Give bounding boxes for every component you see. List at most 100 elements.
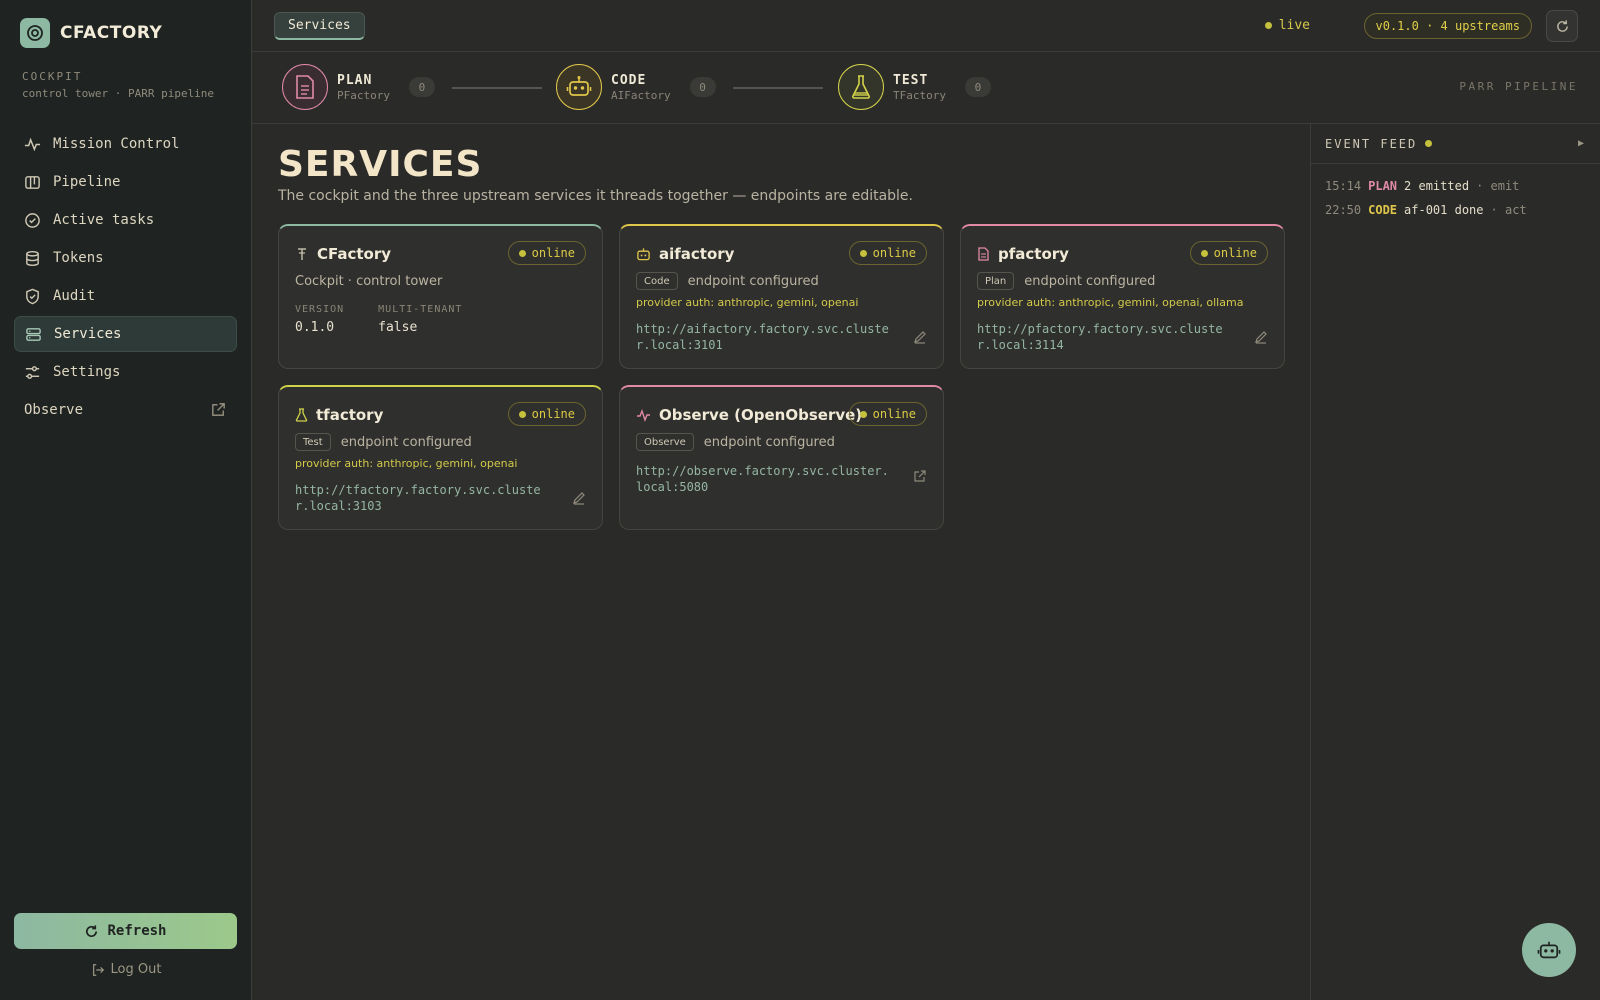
service-card-aifactory: aifactory online Code endpoint configure… — [619, 224, 944, 369]
service-tag: Plan — [977, 272, 1015, 290]
robot-icon — [556, 64, 602, 110]
check-circle-icon — [25, 212, 40, 228]
stage-connector — [452, 87, 542, 89]
sidebar: CFACTORY COCKPIT control tower · PARR pi… — [0, 0, 252, 1000]
database-icon — [26, 250, 39, 266]
sidebar-item-label: Services — [54, 326, 122, 342]
pipeline-stage-plan[interactable]: PLAN PFactory 0 — [282, 64, 435, 110]
robot-icon — [1537, 941, 1561, 959]
endpoint-url[interactable]: http://pfactory.factory.svc.cluster.loca… — [977, 321, 1237, 353]
assistant-button[interactable] — [1522, 923, 1576, 977]
card-title: pfactory — [998, 245, 1069, 263]
tab-services[interactable]: Services — [274, 12, 365, 40]
sidebar-nav: Mission Control Pipeline Active tasks To… — [14, 126, 237, 430]
refresh-icon — [1556, 19, 1568, 32]
provider-auth: provider auth: anthropic, gemini, openai — [295, 457, 518, 470]
stage-count: 0 — [689, 77, 716, 97]
live-dot-icon — [1264, 22, 1272, 29]
endpoint-url[interactable]: http://aifactory.factory.svc.cluster.loc… — [636, 321, 896, 353]
sidebar-item-label: Active tasks — [53, 212, 155, 228]
event-stage: CODE — [1368, 203, 1398, 217]
event-stage: PLAN — [1368, 179, 1398, 193]
event-time: 22:50 — [1325, 203, 1362, 217]
event-feed-title: EVENT FEED — [1325, 136, 1418, 151]
endpoint-url[interactable]: http://tfactory.factory.svc.cluster.loca… — [295, 482, 555, 514]
endpoint-state: endpoint configured — [703, 434, 835, 450]
status-badge: online — [507, 241, 586, 265]
multi-tenant-value: false — [378, 320, 418, 335]
tower-icon — [298, 248, 306, 260]
logout-label: Log Out — [110, 962, 162, 977]
service-tag: Test — [295, 433, 331, 451]
live-indicator: live — [1264, 18, 1310, 33]
provider-auth: provider auth: anthropic, gemini, openai… — [977, 296, 1244, 309]
version-value: 0.1.0 — [295, 320, 335, 335]
brand[interactable]: CFACTORY — [20, 18, 162, 48]
multi-tenant-label: MULTI-TENANT — [378, 304, 463, 315]
card-title: aifactory — [659, 245, 735, 263]
sidebar-item-label: Tokens — [53, 250, 104, 266]
edit-icon[interactable] — [572, 491, 586, 505]
endpoint-state: endpoint configured — [1024, 273, 1156, 289]
cockpit-label: COCKPIT — [22, 70, 83, 83]
card-title: CFactory — [317, 245, 392, 263]
page-subtitle: The cockpit and the three upstream servi… — [278, 188, 913, 204]
service-tag: Observe — [636, 433, 694, 451]
event-row[interactable]: 22:50 CODE af-001 done · act — [1325, 198, 1586, 222]
event-message: 2 emitted — [1404, 179, 1470, 193]
robot-icon — [637, 248, 650, 261]
pipeline-label: PARR PIPELINE — [1459, 80, 1578, 93]
event-kind: · emit — [1476, 179, 1520, 193]
collapse-arrow-icon[interactable]: ▶ — [1578, 138, 1586, 149]
refresh-button[interactable]: Refresh — [14, 913, 237, 949]
stage-name: CODE — [611, 72, 647, 88]
status-badge: online — [848, 241, 927, 265]
stage-service: PFactory — [337, 88, 390, 102]
pipeline-stage-test[interactable]: TEST TFactory 0 — [838, 64, 991, 110]
stage-name: PLAN — [337, 72, 373, 88]
version-badge: v0.1.0 · 4 upstreams — [1363, 13, 1532, 39]
service-card-cfactory: CFactory online Cockpit · control tower … — [278, 224, 603, 369]
page-title: SERVICES — [278, 144, 483, 185]
sidebar-item-services[interactable]: Services — [14, 316, 237, 352]
event-kind: · act — [1490, 203, 1527, 217]
endpoint-url[interactable]: http://observe.factory.svc.cluster.local… — [636, 463, 896, 495]
service-card-pfactory: pfactory online Plan endpoint configured… — [960, 224, 1285, 369]
feed-live-dot-icon — [1425, 140, 1433, 147]
sidebar-item-observe[interactable]: Observe — [14, 392, 237, 428]
sidebar-item-pipeline[interactable]: Pipeline — [14, 164, 237, 200]
flask-icon — [295, 408, 308, 422]
event-feed: EVENT FEED ▶ 15:14 PLAN 2 emitted · emit… — [1310, 124, 1600, 1000]
sidebar-item-audit[interactable]: Audit — [14, 278, 237, 314]
kanban-icon — [25, 175, 40, 189]
sidebar-item-settings[interactable]: Settings — [14, 354, 237, 390]
sidebar-item-active-tasks[interactable]: Active tasks — [14, 202, 237, 238]
edit-icon[interactable] — [1254, 330, 1268, 344]
sidebar-item-tokens[interactable]: Tokens — [14, 240, 237, 276]
event-row[interactable]: 15:14 PLAN 2 emitted · emit — [1325, 174, 1586, 198]
endpoint-state: endpoint configured — [687, 273, 819, 289]
stage-count: 0 — [408, 77, 435, 97]
stage-name: TEST — [893, 72, 929, 88]
document-icon — [282, 64, 328, 110]
stage-count: 0 — [964, 77, 991, 97]
shield-check-icon — [26, 288, 39, 304]
server-icon — [26, 327, 41, 341]
stage-connector — [733, 87, 823, 89]
flask-icon — [838, 64, 884, 110]
document-icon — [978, 247, 989, 261]
service-card-observe: Observe (OpenObserve) online Observe end… — [619, 385, 944, 530]
logout-button[interactable]: Log Out — [0, 962, 252, 977]
external-link-icon — [212, 403, 225, 416]
cockpit-description: control tower · PARR pipeline — [22, 87, 215, 100]
reload-button[interactable] — [1546, 10, 1578, 42]
edit-icon[interactable] — [913, 330, 927, 344]
event-time: 15:14 — [1325, 179, 1362, 193]
sliders-icon — [25, 365, 40, 379]
live-label: live — [1278, 18, 1310, 33]
sidebar-item-mission-control[interactable]: Mission Control — [14, 126, 237, 162]
pipeline-stage-code[interactable]: CODE AIFactory 0 — [556, 64, 716, 110]
status-badge: online — [507, 402, 586, 426]
sidebar-item-label: Audit — [53, 288, 96, 304]
external-link-icon[interactable] — [913, 469, 927, 483]
